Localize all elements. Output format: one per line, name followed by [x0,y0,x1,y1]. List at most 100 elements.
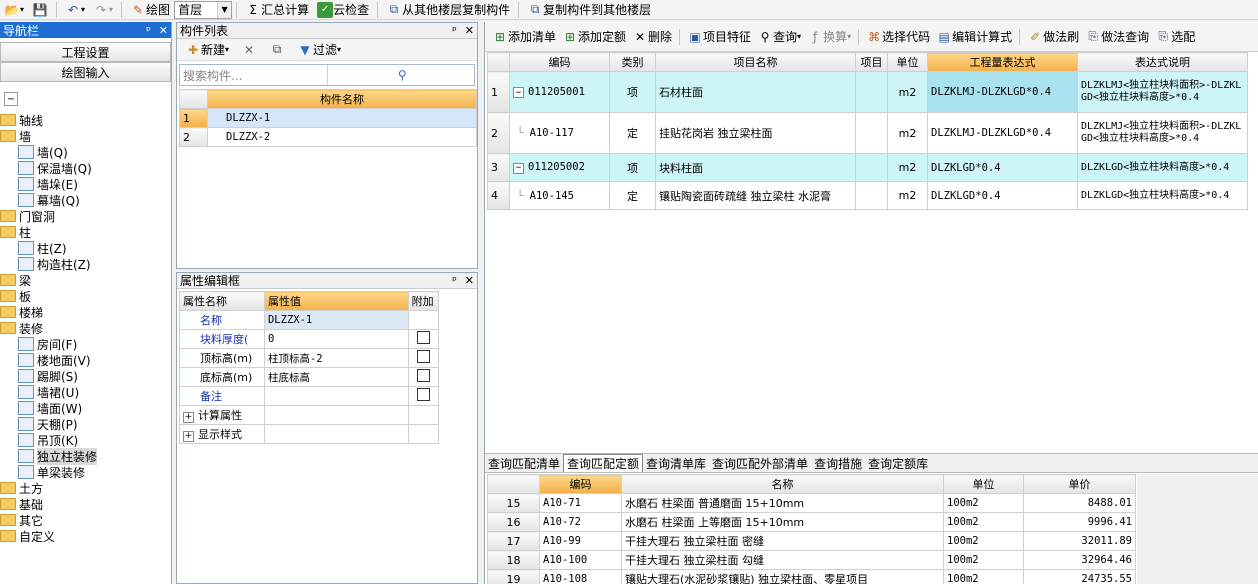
query-row[interactable]: 19 A10-108 镶贴大理石(水泥砂浆镶贴) 独立梁柱面、零星项目 100m2 24… [487,569,1136,584]
collapse-icon[interactable]: − [513,87,524,99]
chevron-down-icon[interactable]: ▼ [217,1,232,18]
nav-tree-item[interactable]: 踢脚(S) [0,368,171,384]
method-col-header[interactable]: 工程量表达式 [927,52,1078,72]
nav-tree-item[interactable]: 其它 [0,512,171,528]
query-col-header[interactable]: 编码 [539,474,622,494]
collapse-all-icon[interactable]: − [4,92,18,106]
query-col-header[interactable]: 名称 [621,474,944,494]
add-list-button[interactable]: ⊞ 添加清单 [489,28,559,46]
cloud-check-button[interactable]: ✓ 云检查 [313,1,373,19]
name-cell[interactable]: 块料柱面 [655,153,856,182]
nav-tree-item[interactable]: 保温墙(Q) [0,160,171,176]
component-row[interactable]: 1 DLZZX-1 [179,108,477,128]
query-tab[interactable]: 查询措施 [811,454,865,472]
nav-tree-item[interactable]: 墙垛(E) [0,176,171,192]
nav-tree-item[interactable]: 幕墙(Q) [0,192,171,208]
nav-tree-item[interactable]: 基础 [0,496,171,512]
property-value[interactable]: DLZZX-1 [263,310,409,330]
drawing-input-button[interactable]: 绘图输入 [0,62,171,82]
pin-icon[interactable]: ᵖ [452,274,457,287]
type-cell[interactable]: 定 [609,181,656,210]
item-feature-button[interactable]: ▣ 项目特征 [684,28,754,46]
filter-button[interactable]: ▼ 过滤 ▾ [293,41,345,59]
expand-icon[interactable]: + [183,411,194,423]
pin-icon[interactable]: ᵖ [146,24,151,37]
method-row[interactable]: 2 └ A10-117 定挂贴花岗岩 独立梁柱面 m2 DLZKLMJ-DLZKLGD*… [487,112,1248,154]
undo-button[interactable]: ↶ ▾ [61,1,89,19]
close-icon[interactable]: ✕ [465,24,474,37]
property-value[interactable] [263,405,409,425]
draw-button[interactable]: ✎ 绘图 [126,1,174,19]
method-row[interactable]: 3−011205002 项块料柱面 m2 DLZKLGD*0.4 DLZKLGD<独立柱… [487,153,1248,182]
copy-from-floor-button[interactable]: ⧉ 从其他楼层复制构件 [382,1,514,19]
new-component-button[interactable]: ✚ 新建 ▾ [181,41,233,59]
attach-checkbox[interactable] [416,350,430,363]
delete-component-button[interactable]: ✕ [237,41,261,59]
nav-tree-item[interactable]: 单梁装修 [0,464,171,480]
nav-tree-item[interactable]: 墙(Q) [0,144,171,160]
expand-icon[interactable]: + [183,430,194,442]
attach-checkbox[interactable] [416,369,430,382]
property-value[interactable]: 柱底标高 [263,367,409,387]
method-col-header[interactable]: 项目名称 [655,52,856,72]
expression-cell[interactable]: DLZKLMJ-DLZKLGD*0.4 [927,112,1078,154]
select-partial-button[interactable]: ⎘ 选配 [1152,28,1198,46]
expression-cell[interactable]: DLZKLMJ-DLZKLGD*0.4 [927,71,1078,113]
nav-tree-item[interactable]: 独立柱装修 [0,447,171,465]
property-row[interactable]: 底标高(m) 柱底标高 [179,367,440,387]
type-cell[interactable]: 定 [609,112,656,154]
nav-tree-item[interactable]: 墙裙(U) [0,384,171,400]
nav-tree-item[interactable]: 门窗洞 [0,208,171,224]
nav-tree-item[interactable]: 墙面(W) [0,400,171,416]
name-cell[interactable]: 镶贴陶瓷面砖疏缝 独立梁柱 水泥膏 [655,181,856,210]
add-quota-button[interactable]: ⊞ 添加定额 [559,28,629,46]
query-tab[interactable]: 查询匹配清单 [485,454,563,472]
query-button[interactable]: ⚲ 查询 ▾ [754,28,804,46]
method-brush-button[interactable]: ✐ 做法刷 [1024,28,1082,46]
method-query-button[interactable]: ⎘ 做法查询 [1082,28,1152,46]
method-col-header[interactable]: 项目 [855,52,888,72]
query-row[interactable]: 17 A10-99 干挂大理石 独立梁柱面 密缝 100m2 32011.89 [487,531,1136,551]
method-col-header[interactable]: 单位 [887,52,928,72]
query-row[interactable]: 16 A10-72 水磨石 柱梁面 上等磨面 15+10mm 100m2 9996.41 [487,512,1136,532]
project-settings-button[interactable]: 工程设置 [0,42,171,62]
convert-button[interactable]: ƒ 换算 ▾ [804,28,854,46]
query-col-header[interactable]: 单价 [1023,474,1136,494]
query-tab[interactable]: 查询匹配定额 [563,454,644,472]
close-icon[interactable]: ✕ [465,274,474,287]
code-cell[interactable]: −011205001 [509,71,610,113]
type-cell[interactable]: 项 [609,71,656,113]
nav-tree-item[interactable]: 土方 [0,480,171,496]
nav-tree-item[interactable]: 墙 [0,128,171,144]
open-button[interactable]: 📂 ▾ [0,1,28,19]
unit-cell[interactable]: m2 [887,112,928,154]
method-col-header[interactable]: 编码 [509,52,610,72]
method-row[interactable]: 1−011205001 项石材柱面 m2 DLZKLMJ-DLZKLGD*0.4 DLZ… [487,71,1248,113]
name-cell[interactable]: 石材柱面 [655,71,856,113]
nav-tree-item[interactable]: 板 [0,288,171,304]
query-tab[interactable]: 查询定额库 [865,454,931,472]
query-col-header[interactable]: 单位 [943,474,1024,494]
close-icon[interactable]: ✕ [159,24,168,37]
copy-to-floor-button[interactable]: ⧉ 复制构件到其他楼层 [523,1,655,19]
unit-cell[interactable]: m2 [887,153,928,182]
edit-formula-button[interactable]: ▤ 编辑计算式 [933,28,1015,46]
component-row[interactable]: 2 DLZZX-2 [179,127,477,147]
nav-tree-item[interactable]: 房间(F) [0,336,171,352]
floor-select[interactable]: 首层 ▼ [174,0,233,19]
delete-row-button[interactable]: ✕ 删除 [629,28,675,46]
nav-tree-item[interactable]: 梁 [0,272,171,288]
property-value[interactable] [263,386,409,406]
attach-checkbox[interactable] [416,388,430,401]
method-col-header[interactable]: 类别 [609,52,656,72]
component-search-input[interactable]: 搜索构件... ⚲ [179,64,475,86]
property-row[interactable]: + 显示样式 [179,424,440,444]
expression-cell[interactable]: DLZKLGD*0.4 [927,153,1078,182]
code-cell[interactable]: └ A10-145 [509,181,610,210]
attach-checkbox[interactable] [416,331,430,344]
nav-tree-item[interactable]: 楼地面(V) [0,352,171,368]
property-row[interactable]: 顶标高(m) 柱顶标高-2 [179,348,440,368]
select-code-button[interactable]: ⌘ 选择代码 [863,28,933,46]
nav-tree-item[interactable]: 轴线 [0,112,171,128]
item-cell[interactable] [855,153,888,182]
